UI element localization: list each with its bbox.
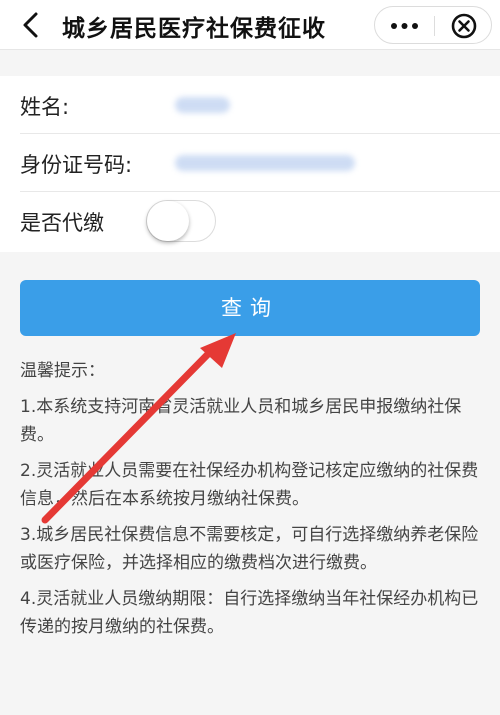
name-label: 姓名: xyxy=(20,95,70,119)
name-field-blurred-value[interactable] xyxy=(175,97,230,113)
tips-section: 温馨提示： 1.本系统支持河南省灵活就业人员和城乡居民申报缴纳社保费。 2.灵活… xyxy=(20,357,488,649)
mini-program-capsule xyxy=(374,6,492,44)
back-button[interactable] xyxy=(18,10,44,40)
id-number-row: 身份证号码: xyxy=(20,134,500,192)
more-dots-icon xyxy=(391,23,418,29)
close-button[interactable] xyxy=(435,7,493,45)
more-button[interactable] xyxy=(375,7,434,45)
toggle-knob xyxy=(147,201,189,241)
chevron-left-icon xyxy=(23,12,38,38)
tip-item-3: 3.城乡居民社保费信息不需要核定，可自行选择缴纳养老保险或医疗保险，并选择相应的… xyxy=(20,525,479,573)
tip-item-2: 2.灵活就业人员需要在社保经办机构登记核定应缴纳的社保费信息，然后在本系统按月缴… xyxy=(20,461,479,509)
proxy-payment-label: 是否代缴 xyxy=(20,211,104,235)
name-row: 姓名: xyxy=(20,76,500,134)
tip-item-1: 1.本系统支持河南省灵活就业人员和城乡居民申报缴纳社保费。 xyxy=(20,397,462,445)
page-title: 城乡居民医疗社保费征收 xyxy=(62,16,326,42)
query-button[interactable]: 查询 xyxy=(20,280,480,336)
tips-title: 温馨提示： xyxy=(20,361,105,381)
close-circle-icon xyxy=(451,13,477,39)
id-number-field-blurred-value[interactable] xyxy=(175,155,355,171)
id-number-label: 身份证号码: xyxy=(20,153,133,177)
tip-item-4: 4.灵活就业人员缴纳期限：自行选择缴纳当年社保经办机构已传递的按月缴纳的社保费。 xyxy=(20,589,479,637)
query-form: 姓名: 身份证号码: 是否代缴 xyxy=(0,76,500,252)
top-navigation-bar: 城乡居民医疗社保费征收 xyxy=(0,0,500,50)
proxy-payment-row: 是否代缴 xyxy=(20,192,500,250)
proxy-payment-toggle[interactable] xyxy=(146,200,216,242)
